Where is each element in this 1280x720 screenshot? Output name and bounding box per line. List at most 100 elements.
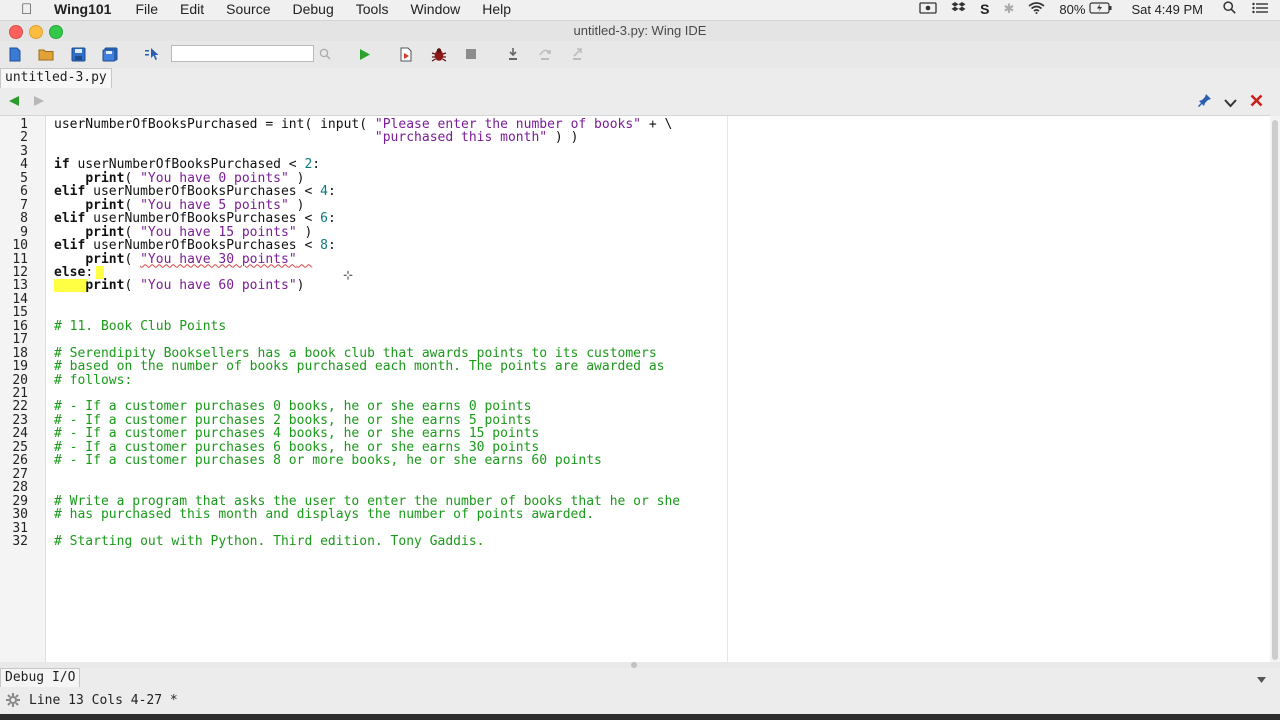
code-line[interactable]: print( "You have 30 points"	[54, 252, 312, 266]
code-line[interactable]: # follows:	[54, 373, 132, 387]
forward-arrow-icon[interactable]	[33, 94, 45, 112]
menu-file[interactable]: File	[135, 1, 158, 17]
code-line[interactable]: print( "You have 60 points")	[54, 279, 304, 293]
debug-file-icon[interactable]	[397, 45, 415, 63]
code-line[interactable]: elif userNumberOfBooksPurchases < 8:	[54, 239, 336, 253]
line-number: 16	[12, 318, 28, 334]
zoom-window-button[interactable]	[49, 25, 63, 39]
step-into-icon[interactable]	[504, 45, 522, 63]
line-number: 5	[20, 170, 28, 186]
code-line[interactable]: print( "You have 0 points" )	[54, 171, 304, 185]
step-out-icon[interactable]	[568, 45, 586, 63]
line-number: 9	[20, 224, 28, 240]
wifi-icon[interactable]	[1028, 1, 1045, 17]
code-line[interactable]: "purchased this month" ) )	[54, 131, 579, 145]
code-line[interactable]: # based on the number of books purchased…	[54, 360, 664, 373]
search-icon[interactable]	[316, 45, 334, 63]
code-line[interactable]: if userNumberOfBooksPurchased < 2:	[54, 158, 320, 172]
line-number: 17	[12, 332, 28, 348]
close-window-button[interactable]	[9, 25, 23, 39]
battery-icon[interactable]	[1089, 1, 1113, 17]
apple-menu-icon[interactable]: 	[21, 1, 32, 18]
minimize-window-button[interactable]	[29, 25, 43, 39]
line-number: 29	[12, 493, 28, 509]
editor-vertical-scrollbar[interactable]	[1270, 116, 1280, 663]
screen-record-icon[interactable]	[919, 1, 937, 17]
pin-icon[interactable]	[1198, 93, 1212, 112]
code-line[interactable]: print( "You have 5 points" )	[54, 198, 304, 212]
menu-debug[interactable]: Debug	[293, 1, 334, 17]
debug-bug-icon[interactable]	[430, 45, 448, 63]
line-number: 15	[12, 305, 28, 321]
line-number: 32	[12, 533, 28, 549]
close-editor-icon[interactable]	[1250, 94, 1263, 112]
line-number-gutter: 1 2 3 4 5 6 7 8 9 10 11 12 13 14 15 16 17 18 19 20 21 22 23 24 2…	[0, 116, 46, 663]
code-line[interactable]: # - If a customer purchases 6 books, he …	[54, 441, 539, 454]
code-line[interactable]: # Write a program that asks the user to …	[54, 494, 680, 508]
line-number: 6	[20, 184, 28, 200]
line-number: 10	[12, 238, 28, 254]
code-line[interactable]: # 11. Book Club Points	[54, 320, 226, 333]
menu-tools[interactable]: Tools	[356, 1, 389, 17]
debug-io-tab[interactable]: Debug I/O	[0, 668, 81, 687]
line-number: 20	[12, 372, 28, 388]
line-number: 12	[12, 264, 28, 280]
code-line[interactable]: print( "You have 15 points" )	[54, 225, 312, 239]
code-line[interactable]: # - If a customer purchases 0 books, he …	[54, 400, 531, 413]
code-line[interactable]: # - If a customer purchases 8 or more bo…	[54, 454, 602, 467]
toolbar-search-input[interactable]	[171, 45, 314, 62]
options-chevron-down-icon[interactable]	[1224, 95, 1237, 113]
panel-splitter[interactable]	[0, 662, 1280, 668]
code-line[interactable]: # has purchased this month and displays …	[54, 508, 594, 521]
line-number: 14	[12, 291, 28, 307]
code-line[interactable]: elif userNumberOfBooksPurchases < 4:	[54, 185, 336, 199]
skype-icon[interactable]: S	[980, 1, 989, 17]
menu-help[interactable]: Help	[482, 1, 511, 17]
panel-options-chevron-icon[interactable]	[1256, 671, 1267, 689]
bluetooth-icon[interactable]: ✱	[1004, 1, 1015, 17]
code-editor[interactable]: 1 2 3 4 5 6 7 8 9 10 11 12 13 14 15 16 17 18 19 20 21 22 23 24 2…	[0, 115, 1280, 663]
dropbox-icon[interactable]	[951, 1, 966, 17]
editor-nav-bar	[0, 88, 1280, 114]
select-pointer-icon[interactable]	[143, 45, 161, 63]
new-file-icon[interactable]	[6, 45, 24, 63]
line-number: 25	[12, 439, 28, 455]
editor-tab-bar: untitled-3.py	[0, 68, 1280, 88]
scrollbar-thumb[interactable]	[1272, 120, 1278, 660]
code-line[interactable]: userNumberOfBooksPurchased = int( input(…	[54, 118, 672, 132]
open-file-icon[interactable]	[37, 45, 55, 63]
status-gear-icon[interactable]	[6, 693, 20, 711]
code-line[interactable]: # - If a customer purchases 4 books, he …	[54, 427, 539, 440]
menu-edit[interactable]: Edit	[180, 1, 204, 17]
editor-file-tab[interactable]: untitled-3.py	[0, 68, 112, 88]
step-over-icon[interactable]	[536, 45, 554, 63]
line-number: 24	[12, 426, 28, 442]
save-all-icon[interactable]	[101, 45, 119, 63]
save-file-icon[interactable]	[69, 45, 87, 63]
menu-window[interactable]: Window	[410, 1, 460, 17]
run-icon[interactable]	[356, 45, 374, 63]
code-line[interactable]: else:	[54, 265, 93, 279]
menu-source[interactable]: Source	[226, 1, 270, 17]
back-arrow-icon[interactable]	[8, 94, 20, 112]
code-line[interactable]: # Starting out with Python. Third editio…	[54, 535, 484, 548]
code-line[interactable]: # - If a customer purchases 2 books, he …	[54, 414, 531, 427]
menubar-clock[interactable]: Sat 4:49 PM	[1131, 2, 1203, 17]
line-number: 1	[20, 117, 28, 132]
macos-menubar:  Wing101 File Edit Source Debug Tools W…	[0, 0, 1280, 21]
cursor-position-status: Line 13 Cols 4-27 *	[29, 693, 178, 708]
code-line[interactable]: elif userNumberOfBooksPurchases < 6:	[54, 212, 336, 226]
code-line[interactable]: # Serendipity Booksellers has a book clu…	[54, 346, 657, 360]
app-menu-list: Wing101 File Edit Source Debug Tools Win…	[54, 1, 533, 17]
spotlight-icon[interactable]	[1223, 1, 1236, 17]
line-number: 13	[12, 278, 28, 294]
main-toolbar	[0, 41, 1280, 69]
notification-center-icon[interactable]	[1252, 2, 1268, 17]
line-number: 22	[12, 399, 28, 415]
stop-icon[interactable]	[462, 45, 480, 63]
splitter-handle[interactable]	[631, 662, 637, 668]
line-number: 30	[12, 507, 28, 523]
app-menu-name[interactable]: Wing101	[54, 1, 111, 17]
line-number: 2	[20, 130, 28, 146]
dock-strip	[0, 714, 1280, 720]
